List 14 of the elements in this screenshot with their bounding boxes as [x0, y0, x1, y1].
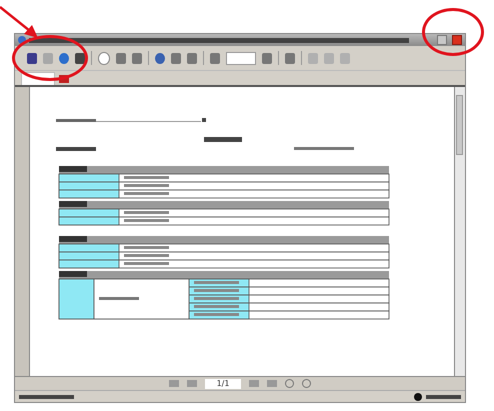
close-button[interactable] — [452, 35, 462, 45]
annotation-arrow — [0, 4, 40, 40]
highlight-circle — [422, 8, 484, 56]
scroll-bar[interactable] — [454, 87, 465, 376]
next-page-button[interactable] — [249, 380, 260, 387]
page-number-field[interactable]: 1/1 — [204, 378, 242, 388]
blurred-zone-drawing — [426, 394, 461, 398]
blurred-status-drawing — [19, 394, 74, 398]
minimize-button[interactable] — [437, 35, 447, 45]
side-panel-bar[interactable] — [15, 87, 30, 376]
zoombox-icon[interactable] — [226, 52, 256, 64]
previous-page-button[interactable] — [186, 380, 197, 387]
first-page-button[interactable] — [168, 380, 179, 387]
last-page-button[interactable] — [267, 380, 278, 387]
